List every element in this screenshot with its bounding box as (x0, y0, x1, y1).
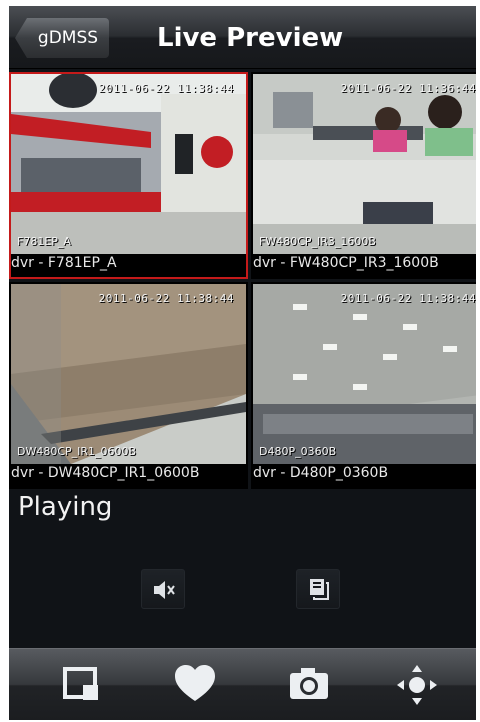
video-frame-2: 2011-06-22 11:36:44 FW480CP_IR3_1600B (253, 74, 476, 254)
back-button[interactable]: gDMSS (15, 18, 109, 58)
video-cell-2[interactable]: 2011-06-22 11:36:44 FW480CP_IR3_1600B dv… (251, 72, 476, 279)
osd-channel-name: FW480CP_IR3_1600B (259, 235, 376, 248)
osd-timestamp: 2011-06-22 11:38:44 (98, 292, 234, 305)
ptz-button[interactable] (389, 659, 445, 711)
multiscreen-icon (310, 579, 329, 600)
title-bar: gDMSS Live Preview (9, 6, 476, 69)
video-cell-1[interactable]: 2011-06-22 11:38:44 F781EP_A dvr - F781E… (9, 72, 248, 279)
osd-channel-name: D480P_0360B (259, 445, 337, 458)
video-image-3 (11, 284, 246, 464)
video-cell-4[interactable]: 2011-06-22 11:38:44 D480P_0360B dvr - D4… (251, 282, 476, 489)
multiscreen-button[interactable] (296, 569, 340, 609)
osd-timestamp: 2011-06-22 11:36:44 (340, 82, 476, 95)
video-frame-3: 2011-06-22 11:38:44 DW480CP_IR1_0600B (11, 284, 246, 464)
video-frame-1: 2011-06-22 11:38:44 F781EP_A (11, 74, 246, 254)
heart-icon (175, 665, 215, 701)
video-frame-4: 2011-06-22 11:38:44 D480P_0360B (253, 284, 476, 464)
channel-caption: dvr - DW480CP_IR1_0600B (11, 465, 200, 481)
snapshot-button[interactable] (281, 659, 337, 711)
osd-timestamp: 2011-06-22 11:38:44 (340, 292, 476, 305)
video-image-2 (253, 74, 476, 254)
channel-caption: dvr - FW480CP_IR3_1600B (253, 255, 439, 271)
video-image-4 (253, 284, 476, 464)
favorite-button[interactable] (167, 659, 223, 711)
channel-caption: dvr - D480P_0360B (253, 465, 389, 481)
bottom-toolbar (9, 648, 476, 720)
channel-caption: dvr - F781EP_A (11, 255, 117, 271)
osd-channel-name: F781EP_A (17, 235, 71, 248)
video-image-1 (11, 74, 246, 254)
page-title: Live Preview (157, 23, 344, 53)
osd-timestamp: 2011-06-22 11:38:44 (98, 82, 234, 95)
app-screen: gDMSS Live Preview 2011-06-22 11:38:44 F… (9, 6, 476, 720)
playback-status: Playing (18, 492, 113, 522)
video-cell-3[interactable]: 2011-06-22 11:38:44 DW480CP_IR1_0600B dv… (9, 282, 248, 489)
speaker-mute-icon (154, 581, 175, 599)
camera-icon (290, 668, 328, 699)
osd-channel-name: DW480CP_IR1_0600B (17, 445, 137, 458)
ptz-direction-icon (397, 665, 437, 705)
mute-button[interactable] (141, 569, 185, 609)
layout-icon (63, 667, 98, 700)
layout-button[interactable] (53, 659, 109, 711)
